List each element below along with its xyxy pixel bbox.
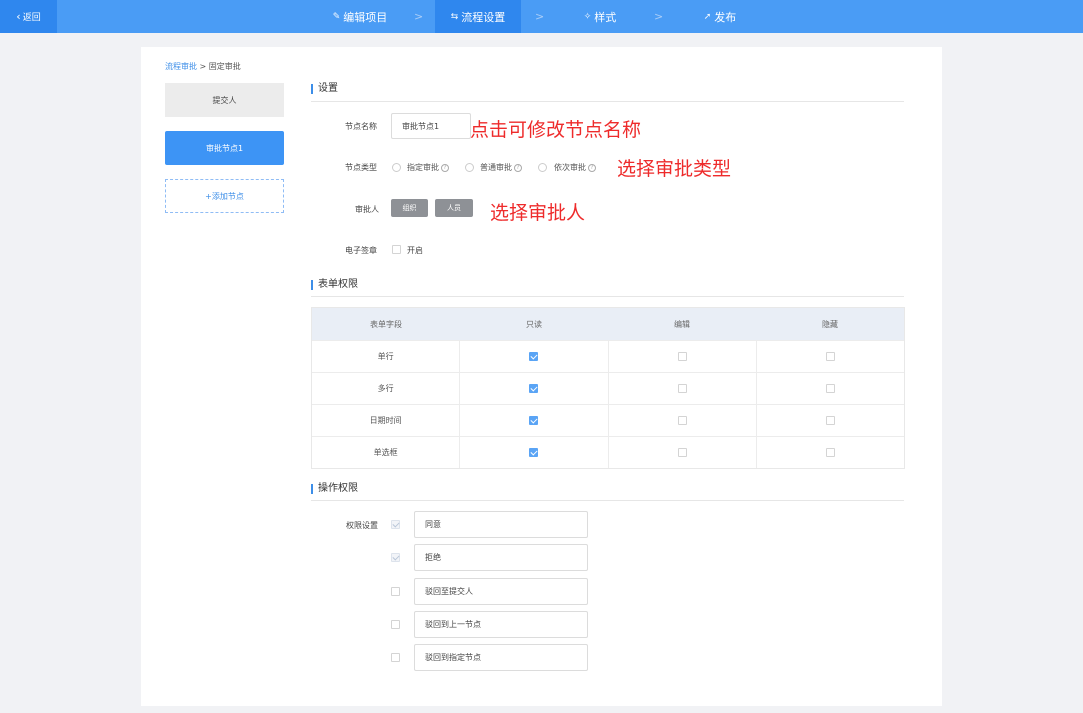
operation-option[interactable]: 驳回到指定节点	[414, 644, 588, 671]
top-nav-bar: ‹ 返回 ✎ 编辑项目 > ⇆ 流程设置 > ✧ 样式 > ➚ 发布	[0, 0, 1083, 33]
column-header: 只读	[526, 319, 542, 329]
node-type-option: 指定审批?	[407, 162, 449, 173]
divider	[311, 101, 904, 102]
step-label: 流程设置	[461, 10, 506, 24]
return-to-specified-checkbox[interactable]	[391, 653, 400, 662]
return-to-previous-checkbox[interactable]	[391, 620, 400, 629]
esign-label: 电子签章	[345, 246, 377, 255]
operation-option[interactable]: 驳回至提交人	[414, 578, 588, 605]
help-icon: ?	[514, 163, 522, 172]
operation-permissions-title: 操作权限	[311, 484, 358, 494]
edit-checkbox[interactable]	[677, 416, 687, 425]
node-type-option: 依次审批?	[554, 162, 596, 173]
return-to-submitter-checkbox[interactable]	[391, 587, 400, 596]
operation-option[interactable]: 拒绝	[414, 544, 588, 571]
readonly-checkbox[interactable]	[529, 352, 539, 361]
esign-option-label: 开启	[407, 246, 423, 255]
step-separator-icon: >	[654, 10, 664, 23]
step-label: 样式	[594, 10, 617, 24]
table-row: 日期时间	[312, 404, 904, 436]
field-name: 多行	[377, 384, 394, 393]
node-name-input[interactable]: 审批节点1	[391, 113, 471, 139]
node-type-label: 节点类型	[345, 163, 377, 172]
select-organization-button[interactable]: 组织	[391, 199, 428, 217]
edit-checkbox[interactable]	[677, 448, 687, 457]
step-publish[interactable]: ➚ 发布	[690, 0, 750, 33]
table-row: 多行	[312, 372, 904, 404]
flow-icon: ⇆	[450, 11, 459, 22]
esign-checkbox[interactable]	[392, 245, 401, 254]
help-icon: ?	[588, 163, 596, 172]
edit-checkbox[interactable]	[677, 384, 687, 393]
select-person-button[interactable]: 人员	[435, 199, 473, 217]
hidden-checkbox[interactable]	[825, 384, 835, 393]
add-node-button[interactable]: +添加节点	[165, 179, 284, 213]
table-header-row: 表单字段 只读 编辑 隐藏	[312, 308, 904, 340]
node-name-label: 节点名称	[345, 122, 377, 131]
approver-label: 审批人	[355, 205, 379, 214]
send-icon: ➚	[703, 11, 712, 22]
help-icon: ?	[441, 163, 449, 172]
readonly-checkbox[interactable]	[529, 448, 539, 457]
step-separator-icon: >	[414, 10, 424, 23]
divider	[311, 296, 904, 297]
column-header: 表单字段	[370, 319, 402, 329]
radio-designated-approval[interactable]	[392, 163, 401, 172]
breadcrumb-parent-link[interactable]: 流程审批	[165, 62, 197, 71]
divider	[311, 500, 904, 501]
field-name: 日期时间	[369, 416, 402, 425]
agree-checkbox[interactable]	[391, 520, 400, 529]
settings-section-title: 设置	[311, 84, 338, 94]
node-approval-1[interactable]: 审批节点1	[165, 131, 284, 165]
breadcrumb-separator: >	[199, 62, 207, 71]
node-type-option: 普通审批?	[480, 162, 522, 173]
form-permissions-title: 表单权限	[311, 280, 358, 290]
step-label: 发布	[714, 10, 737, 24]
operation-option[interactable]: 同意	[414, 511, 588, 538]
back-button[interactable]: ‹ 返回	[0, 0, 57, 33]
radio-sequential-approval[interactable]	[538, 163, 547, 172]
operation-option[interactable]: 驳回到上一节点	[414, 611, 588, 638]
hidden-checkbox[interactable]	[825, 416, 835, 425]
field-name: 单行	[377, 352, 394, 361]
hidden-checkbox[interactable]	[825, 448, 835, 457]
readonly-checkbox[interactable]	[529, 416, 539, 425]
step-flow-settings[interactable]: ⇆ 流程设置	[435, 0, 521, 33]
reject-checkbox[interactable]	[391, 553, 400, 562]
edit-checkbox[interactable]	[677, 352, 687, 361]
table-row: 单选框	[312, 436, 904, 468]
edit-icon: ✎	[332, 11, 341, 22]
back-label: 返回	[22, 13, 41, 23]
chevron-left-icon: ‹	[16, 10, 21, 23]
table-row: 单行	[312, 340, 904, 372]
approver-annotation: 选择审批人	[490, 202, 586, 224]
style-icon: ✧	[583, 11, 592, 22]
step-label: 编辑项目	[343, 10, 388, 24]
column-header: 隐藏	[822, 319, 838, 329]
hidden-checkbox[interactable]	[825, 352, 835, 361]
permission-settings-label: 权限设置	[346, 521, 378, 530]
step-style[interactable]: ✧ 样式	[570, 0, 630, 33]
step-separator-icon: >	[535, 10, 545, 23]
radio-normal-approval[interactable]	[465, 163, 474, 172]
node-name-annotation: 点击可修改节点名称	[470, 119, 642, 141]
main-card: 流程审批 > 固定审批 提交人 审批节点1 +添加节点 设置 节点名称 审批节点…	[141, 47, 942, 706]
form-permissions-table: 表单字段 只读 编辑 隐藏 单行 多行 日期时间 单选框	[311, 307, 905, 469]
readonly-checkbox[interactable]	[529, 384, 539, 393]
field-name: 单选框	[373, 448, 398, 457]
step-edit-project[interactable]: ✎ 编辑项目	[320, 0, 400, 33]
column-header: 编辑	[674, 319, 690, 329]
node-submitter[interactable]: 提交人	[165, 83, 284, 117]
breadcrumb: 流程审批 > 固定审批	[165, 61, 241, 72]
breadcrumb-current: 固定审批	[208, 62, 241, 71]
node-type-annotation: 选择审批类型	[617, 158, 732, 180]
